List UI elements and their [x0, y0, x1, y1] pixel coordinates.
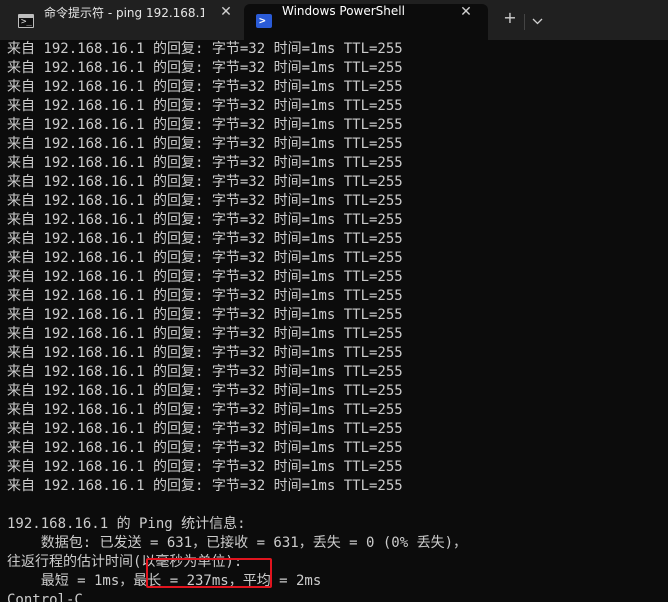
chevron-down-icon — [532, 18, 543, 25]
reply-line: 来自 192.168.16.1 的回复: 字节=32 时间=1ms TTL=25… — [7, 364, 403, 380]
reply-line: 来自 192.168.16.1 的回复: 字节=32 时间=1ms TTL=25… — [7, 288, 403, 304]
reply-line: 来自 192.168.16.1 的回复: 字节=32 时间=1ms TTL=25… — [7, 250, 403, 266]
reply-line: 来自 192.168.16.1 的回复: 字节=32 时间=1ms TTL=25… — [7, 402, 403, 418]
terminal-window: >_ 命令提示符 - ping 192.168.16.255 ✕ > Windo… — [0, 0, 668, 602]
reply-line: 来自 192.168.16.1 的回复: 字节=32 时间=1ms TTL=25… — [7, 231, 403, 247]
interrupt-line: Control-C — [7, 592, 83, 602]
reply-line: 来自 192.168.16.1 的回复: 字节=32 时间=1ms TTL=25… — [7, 326, 403, 342]
tab-title: Windows PowerShell — [282, 4, 405, 18]
reply-line: 来自 192.168.16.1 的回复: 字节=32 时间=1ms TTL=25… — [7, 174, 403, 190]
reply-line: 来自 192.168.16.1 的回复: 字节=32 时间=1ms TTL=25… — [7, 478, 403, 494]
tab-title: 命令提示符 - ping 192.168.16.255 — [44, 6, 204, 20]
reply-line: 来自 192.168.16.1 的回复: 字节=32 时间=1ms TTL=25… — [7, 98, 403, 114]
tab-command-prompt[interactable]: >_ 命令提示符 - ping 192.168.16.255 ✕ — [6, 4, 240, 40]
reply-line: 来自 192.168.16.1 的回复: 字节=32 时间=1ms TTL=25… — [7, 41, 403, 57]
tab-dropdown-button[interactable] — [526, 8, 550, 36]
title-bar: >_ 命令提示符 - ping 192.168.16.255 ✕ > Windo… — [0, 0, 668, 40]
reply-line: 来自 192.168.16.1 的回复: 字节=32 时间=1ms TTL=25… — [7, 440, 403, 456]
reply-line: 来自 192.168.16.1 的回复: 字节=32 时间=1ms TTL=25… — [7, 459, 403, 475]
cmd-icon: >_ — [18, 14, 34, 28]
tab-separator — [524, 14, 525, 30]
reply-line: 来自 192.168.16.1 的回复: 字节=32 时间=1ms TTL=25… — [7, 345, 403, 361]
stats-rtt-values: 最短 = 1ms，最长 = 237ms，平均 = 2ms — [7, 573, 322, 589]
new-tab-button[interactable]: + — [496, 8, 524, 36]
tab-windows-powershell[interactable]: > Windows PowerShell ✕ — [244, 4, 488, 40]
stats-packets: 数据包: 已发送 = 631，已接收 = 631，丢失 = 0 (0% 丢失)， — [7, 535, 468, 551]
stats-header: 192.168.16.1 的 Ping 统计信息: — [7, 516, 246, 532]
close-icon[interactable]: ✕ — [216, 4, 236, 40]
reply-line: 来自 192.168.16.1 的回复: 字节=32 时间=1ms TTL=25… — [7, 155, 403, 171]
reply-line: 来自 192.168.16.1 的回复: 字节=32 时间=1ms TTL=25… — [7, 307, 403, 323]
terminal-output[interactable]: 来自 192.168.16.1 的回复: 字节=32 时间=1ms TTL=25… — [0, 40, 668, 602]
reply-line: 来自 192.168.16.1 的回复: 字节=32 时间=1ms TTL=25… — [7, 193, 403, 209]
reply-line: 来自 192.168.16.1 的回复: 字节=32 时间=1ms TTL=25… — [7, 421, 403, 437]
close-icon[interactable]: ✕ — [456, 4, 476, 40]
reply-line: 来自 192.168.16.1 的回复: 字节=32 时间=1ms TTL=25… — [7, 79, 403, 95]
reply-line: 来自 192.168.16.1 的回复: 字节=32 时间=1ms TTL=25… — [7, 60, 403, 76]
reply-line: 来自 192.168.16.1 的回复: 字节=32 时间=1ms TTL=25… — [7, 117, 403, 133]
powershell-icon: > — [256, 14, 272, 28]
stats-rtt-header: 往返行程的估计时间(以毫秒为单位): — [7, 554, 243, 570]
max-rtt-highlight-box — [146, 558, 272, 588]
reply-line: 来自 192.168.16.1 的回复: 字节=32 时间=1ms TTL=25… — [7, 383, 403, 399]
reply-line: 来自 192.168.16.1 的回复: 字节=32 时间=1ms TTL=25… — [7, 136, 403, 152]
reply-line: 来自 192.168.16.1 的回复: 字节=32 时间=1ms TTL=25… — [7, 269, 403, 285]
reply-line: 来自 192.168.16.1 的回复: 字节=32 时间=1ms TTL=25… — [7, 212, 403, 228]
